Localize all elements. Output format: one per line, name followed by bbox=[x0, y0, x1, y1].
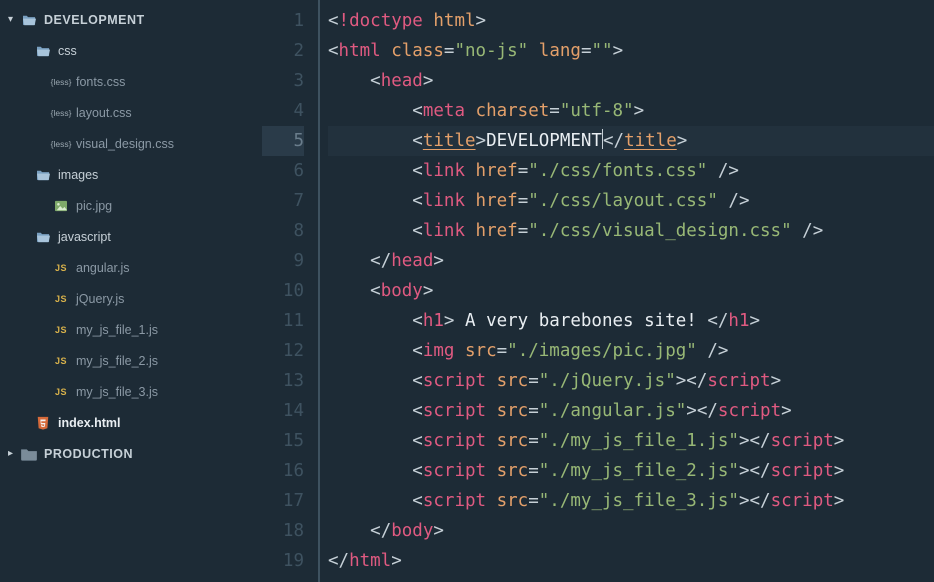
line-number: 17 bbox=[262, 486, 304, 516]
code-content[interactable]: <!doctype html><html class="no-js" lang=… bbox=[318, 0, 934, 582]
code-editor[interactable]: 12345678910111213141516171819 <!doctype … bbox=[262, 0, 934, 582]
folder-open-icon bbox=[34, 168, 52, 181]
tree-item-visual-design-css[interactable]: {less} visual_design.css bbox=[0, 128, 262, 159]
code-line[interactable]: <script src="./my_js_file_2.js"></script… bbox=[328, 456, 934, 486]
chevron-down-icon: ▾ bbox=[8, 14, 18, 25]
tree-item-angular-js[interactable]: JS angular.js bbox=[0, 252, 262, 283]
code-line[interactable]: </body> bbox=[328, 516, 934, 546]
tree-item-index-html[interactable]: index.html bbox=[0, 407, 262, 438]
code-line[interactable]: <script src="./my_js_file_1.js"></script… bbox=[328, 426, 934, 456]
code-line[interactable]: <h1> A very barebones site! </h1> bbox=[328, 306, 934, 336]
less-file-icon: {less} bbox=[52, 138, 70, 150]
tree-item-label: PRODUCTION bbox=[44, 447, 133, 461]
line-number: 14 bbox=[262, 396, 304, 426]
image-file-icon bbox=[52, 200, 70, 212]
folder-open-icon bbox=[20, 13, 38, 26]
line-number: 13 bbox=[262, 366, 304, 396]
code-line[interactable]: <link href="./css/layout.css" /> bbox=[328, 186, 934, 216]
code-line[interactable]: <link href="./css/visual_design.css" /> bbox=[328, 216, 934, 246]
line-number: 11 bbox=[262, 306, 304, 336]
line-number: 9 bbox=[262, 246, 304, 276]
code-line[interactable]: <head> bbox=[328, 66, 934, 96]
tree-item-label: my_js_file_2.js bbox=[76, 354, 158, 368]
tree-item-label: css bbox=[58, 44, 77, 58]
code-line[interactable]: <script src="./my_js_file_3.js"></script… bbox=[328, 486, 934, 516]
tree-item-label: jQuery.js bbox=[76, 292, 124, 306]
tree-item-layout-css[interactable]: {less} layout.css bbox=[0, 97, 262, 128]
js-file-icon: JS bbox=[52, 387, 70, 397]
tree-item-label: my_js_file_1.js bbox=[76, 323, 158, 337]
tree-item-images[interactable]: images bbox=[0, 159, 262, 190]
tree-item-label: DEVELOPMENT bbox=[44, 13, 145, 27]
file-tree-sidebar[interactable]: ▾ DEVELOPMENT css {less} fonts.css {less} layo… bbox=[0, 0, 262, 582]
tree-item-label: angular.js bbox=[76, 261, 130, 275]
tree-item-label: images bbox=[58, 168, 98, 182]
less-file-icon: {less} bbox=[52, 107, 70, 119]
line-number: 6 bbox=[262, 156, 304, 186]
js-file-icon: JS bbox=[52, 356, 70, 366]
tree-item-label: my_js_file_3.js bbox=[76, 385, 158, 399]
js-file-icon: JS bbox=[52, 325, 70, 335]
tree-item-label: fonts.css bbox=[76, 75, 125, 89]
tree-item-my-js-file-1-js[interactable]: JS my_js_file_1.js bbox=[0, 314, 262, 345]
line-number: 18 bbox=[262, 516, 304, 546]
js-file-icon: JS bbox=[52, 294, 70, 304]
code-line[interactable]: <meta charset="utf-8"> bbox=[328, 96, 934, 126]
folder-open-icon bbox=[34, 44, 52, 57]
code-line[interactable]: <script src="./angular.js"></script> bbox=[328, 396, 934, 426]
code-line[interactable]: </head> bbox=[328, 246, 934, 276]
code-line[interactable]: <script src="./jQuery.js"></script> bbox=[328, 366, 934, 396]
tree-item-label: javascript bbox=[58, 230, 111, 244]
tree-item-label: visual_design.css bbox=[76, 137, 174, 151]
tree-item-css[interactable]: css bbox=[0, 35, 262, 66]
line-number: 12 bbox=[262, 336, 304, 366]
line-number: 1 bbox=[262, 6, 304, 36]
tree-item-label: index.html bbox=[58, 416, 121, 430]
code-line[interactable]: </html> bbox=[328, 546, 934, 576]
line-number: 7 bbox=[262, 186, 304, 216]
tree-item-jquery-js[interactable]: JS jQuery.js bbox=[0, 283, 262, 314]
folder-icon bbox=[20, 446, 38, 462]
js-file-icon: JS bbox=[52, 263, 70, 273]
tree-item-label: pic.jpg bbox=[76, 199, 112, 213]
tree-item-my-js-file-3-js[interactable]: JS my_js_file_3.js bbox=[0, 376, 262, 407]
line-number: 15 bbox=[262, 426, 304, 456]
line-number: 2 bbox=[262, 36, 304, 66]
code-line[interactable]: <title>DEVELOPMENT</title> bbox=[328, 126, 934, 156]
line-number: 19 bbox=[262, 546, 304, 576]
tree-item-javascript[interactable]: javascript bbox=[0, 221, 262, 252]
line-number: 10 bbox=[262, 276, 304, 306]
line-number: 3 bbox=[262, 66, 304, 96]
folder-open-icon bbox=[34, 230, 52, 243]
line-number: 16 bbox=[262, 456, 304, 486]
code-line[interactable]: <img src="./images/pic.jpg" /> bbox=[328, 336, 934, 366]
tree-item-development[interactable]: ▾ DEVELOPMENT bbox=[0, 4, 262, 35]
line-number: 5 bbox=[262, 126, 304, 156]
tree-item-my-js-file-2-js[interactable]: JS my_js_file_2.js bbox=[0, 345, 262, 376]
html-file-icon bbox=[34, 416, 52, 430]
tree-item-pic-jpg[interactable]: pic.jpg bbox=[0, 190, 262, 221]
tree-item-fonts-css[interactable]: {less} fonts.css bbox=[0, 66, 262, 97]
chevron-right-icon: ▸ bbox=[8, 448, 18, 459]
code-line[interactable]: <link href="./css/fonts.css" /> bbox=[328, 156, 934, 186]
less-file-icon: {less} bbox=[52, 76, 70, 88]
line-number: 8 bbox=[262, 216, 304, 246]
code-line[interactable]: <html class="no-js" lang=""> bbox=[328, 36, 934, 66]
tree-item-production[interactable]: ▸ PRODUCTION bbox=[0, 438, 262, 469]
code-line[interactable]: <body> bbox=[328, 276, 934, 306]
tree-item-label: layout.css bbox=[76, 106, 132, 120]
line-number: 4 bbox=[262, 96, 304, 126]
line-number-gutter: 12345678910111213141516171819 bbox=[262, 0, 318, 582]
app-root: ▾ DEVELOPMENT css {less} fonts.css {less} layo… bbox=[0, 0, 934, 582]
code-line[interactable]: <!doctype html> bbox=[328, 6, 934, 36]
